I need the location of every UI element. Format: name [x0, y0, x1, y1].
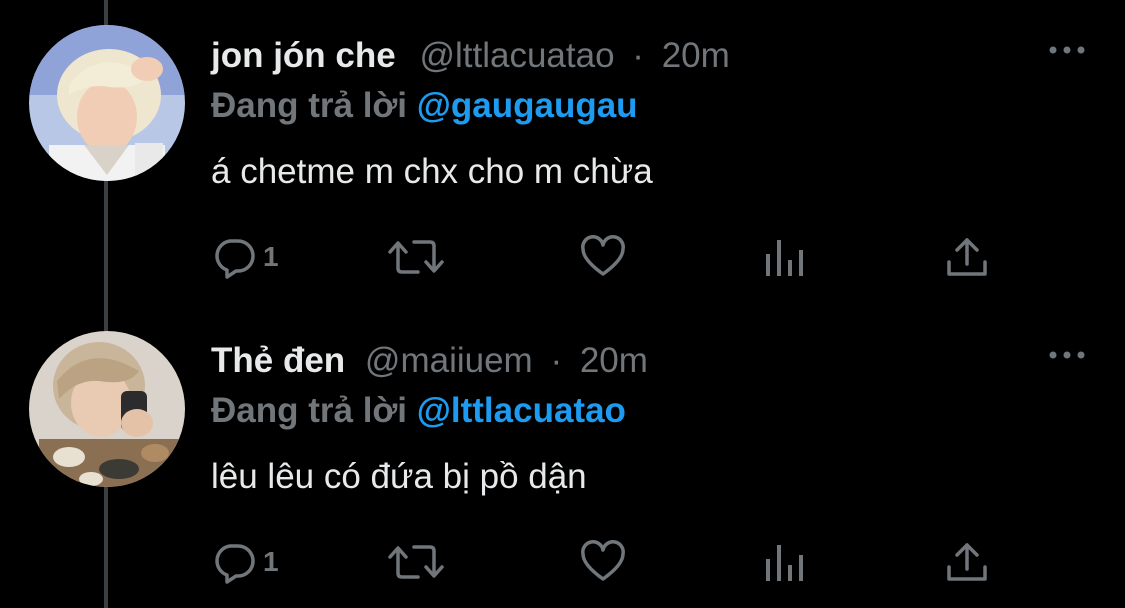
reply-icon — [215, 239, 255, 279]
tweet-actions: 1 — [211, 537, 1011, 587]
heart-icon — [581, 235, 625, 276]
mention-link[interactable]: @lttlacuatao — [417, 391, 626, 430]
reply-button[interactable]: 1 — [211, 537, 279, 587]
avatar-image — [29, 25, 185, 181]
like-button[interactable] — [579, 232, 627, 282]
analytics-button[interactable] — [763, 232, 807, 282]
replying-to-label: Đang trả lời — [211, 86, 408, 125]
share-button[interactable] — [944, 537, 990, 587]
user-handle[interactable]: @lttlacuatao — [419, 36, 614, 75]
tweet-header: jon jón che @lttlacuatao · 20m — [211, 36, 730, 76]
retweet-button[interactable] — [386, 537, 446, 587]
avatar-image — [29, 331, 185, 487]
replying-to-label: Đang trả lời — [211, 391, 408, 430]
timestamp[interactable]: 20m — [580, 341, 648, 380]
mention-link[interactable]: @gaugaugau — [417, 86, 638, 125]
replying-to: Đang trả lời @gaugaugau — [211, 86, 638, 126]
share-icon — [947, 238, 987, 276]
display-name[interactable]: jon jón che — [211, 36, 396, 75]
share-icon — [947, 543, 987, 581]
separator-dot: · — [632, 36, 644, 75]
analytics-icon — [766, 240, 803, 276]
tweet-text: lêu lêu có đứa bị pồ dận — [211, 457, 587, 496]
replying-to: Đang trả lời @lttlacuatao — [211, 391, 626, 431]
heart-icon — [581, 540, 625, 581]
more-options-icon[interactable] — [1047, 345, 1087, 365]
user-handle[interactable]: @maiiuem — [365, 341, 533, 380]
avatar[interactable] — [29, 25, 185, 181]
tweet-header: Thẻ đen @maiiuem · 20m — [211, 341, 648, 381]
more-options-icon[interactable] — [1047, 40, 1087, 60]
retweet-button[interactable] — [386, 232, 446, 282]
reply-count: 1 — [263, 241, 279, 272]
tweet-text: á chetme m chx cho m chừa — [211, 152, 653, 191]
reply-thread: jon jón che @lttlacuatao · 20m Đang trả … — [0, 0, 1125, 608]
avatar[interactable] — [29, 331, 185, 487]
retweet-icon — [388, 240, 444, 274]
reply-button[interactable]: 1 — [211, 232, 279, 282]
retweet-icon — [388, 545, 444, 579]
share-button[interactable] — [944, 232, 990, 282]
reply-count: 1 — [263, 546, 279, 577]
analytics-button[interactable] — [763, 537, 807, 587]
tweet-actions: 1 — [211, 232, 1011, 282]
reply-icon — [215, 544, 255, 584]
analytics-icon — [766, 545, 803, 581]
like-button[interactable] — [579, 537, 627, 587]
timestamp[interactable]: 20m — [662, 36, 730, 75]
display-name[interactable]: Thẻ đen — [211, 341, 345, 380]
separator-dot: · — [550, 341, 563, 380]
